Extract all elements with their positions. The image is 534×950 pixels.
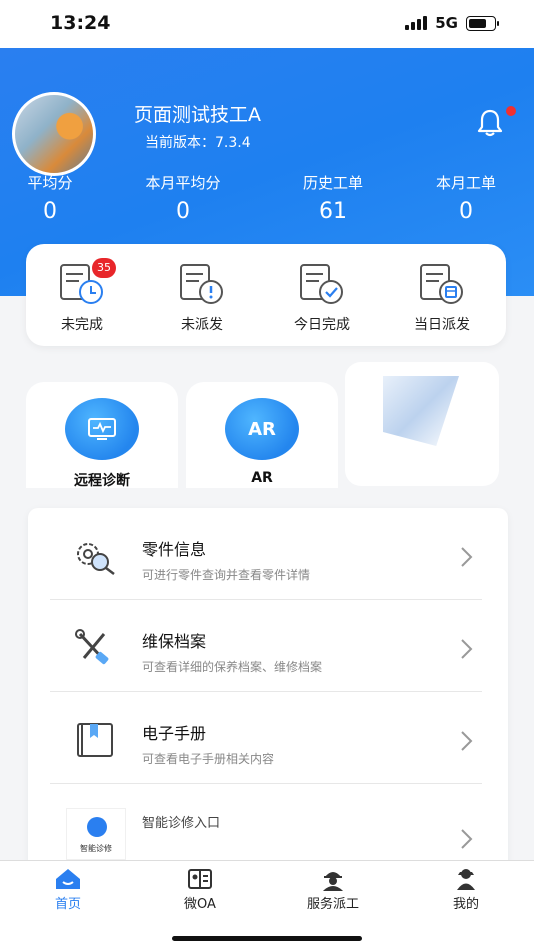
chevron-right-icon: [461, 829, 473, 849]
network-type: 5G: [435, 14, 458, 32]
home-indicator[interactable]: [172, 936, 362, 941]
menu-maintenance-records[interactable]: 维保档案 可查看详细的保养档案、维修档案: [50, 600, 482, 692]
monitor-icon: [65, 398, 139, 460]
stat-label: 平均分: [27, 174, 73, 192]
order-today-dispatched[interactable]: 当日派发: [392, 262, 492, 334]
tab-home[interactable]: 首页: [18, 867, 118, 912]
avatar[interactable]: [12, 92, 96, 176]
order-undispatched[interactable]: 未派发: [152, 262, 252, 334]
wrench-tools-icon: [75, 629, 109, 665]
status-time: 13:24: [50, 12, 111, 34]
tab-label: 服务派工: [306, 897, 359, 912]
stats-row: 平均分 0 本月平均分 0 历史工单 61 本月工单 0: [0, 172, 534, 232]
menu-smart-diagnosis[interactable]: 智能诊修 智能诊修入口: [50, 784, 482, 868]
worker-icon: [323, 872, 343, 891]
stat-value: 0: [43, 199, 57, 224]
tab-bar: 首页 微OA 服务派工 我的: [0, 860, 534, 916]
order-label: 当日派发: [414, 317, 470, 333]
order-today-finished[interactable]: 今日完成: [272, 262, 372, 334]
notification-dot: [506, 106, 516, 116]
status-indicators: 5G: [405, 14, 499, 32]
menu-subtitle: 可查看电子手册相关内容: [142, 752, 275, 766]
thumbnail-logo: [87, 817, 107, 837]
alert-doc-icon: [180, 264, 223, 304]
menu-card: 零件信息 可进行零件查询并查看零件详情 维保档案 可查看详细的保养档案、维修档案…: [28, 508, 508, 868]
tab-label: 首页: [54, 897, 81, 912]
stat-average-score[interactable]: 平均分 0: [10, 172, 90, 224]
ar-icon: AR: [225, 398, 299, 460]
book-icon: [77, 723, 113, 757]
tile-image: [383, 376, 459, 446]
oa-icon: [188, 869, 212, 889]
menu-title: 零件信息: [142, 540, 207, 559]
calendar-doc-icon: [420, 264, 463, 304]
tab-label: 我的: [452, 897, 479, 912]
stat-value: 0: [176, 199, 190, 224]
chevron-right-icon: [461, 731, 473, 751]
menu-title: 电子手册: [142, 724, 207, 743]
user-name: 页面测试技工A: [134, 104, 261, 126]
chevron-right-icon: [461, 639, 473, 659]
thumbnail-text: 智能诊修: [80, 844, 112, 853]
signal-icon: [405, 16, 428, 30]
tile-remote-diagnosis[interactable]: 远程诊断: [26, 382, 178, 489]
notification-bell-icon[interactable]: [476, 108, 504, 138]
stat-label: 本月平均分: [145, 174, 221, 192]
tab-oa[interactable]: 微OA: [150, 867, 250, 912]
unfinished-count-badge: 35: [92, 258, 116, 278]
order-label: 未派发: [181, 317, 223, 333]
tile-placeholder[interactable]: [345, 362, 499, 486]
tile-label: AR: [251, 470, 273, 486]
menu-title: 维保档案: [142, 632, 207, 651]
gear-search-icon: [77, 543, 115, 575]
stat-month-orders[interactable]: 本月工单 0: [416, 172, 516, 224]
order-status-card: 35 未完成 未派发 今日完成 当日派发: [26, 244, 506, 346]
tile-label: 远程诊断: [74, 473, 130, 489]
stat-month-average[interactable]: 本月平均分 0: [123, 172, 243, 224]
check-doc-icon: [300, 264, 343, 304]
stat-label: 历史工单: [302, 174, 363, 192]
order-label: 今日完成: [294, 317, 350, 333]
status-bar: 13:24 5G: [0, 0, 534, 48]
menu-subtitle: 可查看详细的保养档案、维修档案: [142, 660, 323, 674]
tab-mine[interactable]: 我的: [416, 867, 516, 912]
bottom-safe-area: [0, 916, 534, 950]
stat-value: 61: [319, 199, 347, 224]
home-icon: [56, 869, 80, 889]
order-label: 未完成: [61, 317, 103, 333]
menu-e-manual[interactable]: 电子手册 可查看电子手册相关内容: [50, 692, 482, 784]
app-version: 当前版本：7.3.4: [145, 135, 251, 151]
stat-label: 本月工单: [435, 174, 496, 192]
menu-title: 智能诊修入口: [142, 816, 221, 831]
stat-value: 0: [459, 199, 473, 224]
tile-ar[interactable]: AR AR: [186, 382, 338, 488]
profile-icon: [457, 869, 475, 890]
stat-history-orders[interactable]: 历史工单 61: [283, 172, 383, 224]
order-unfinished[interactable]: 35 未完成: [32, 258, 132, 334]
menu-parts-info[interactable]: 零件信息 可进行零件查询并查看零件详情: [50, 508, 482, 600]
smart-diagnosis-thumbnail: 智能诊修: [66, 808, 126, 860]
menu-subtitle: 可进行零件查询并查看零件详情: [142, 568, 311, 582]
tab-service-dispatch[interactable]: 服务派工: [283, 867, 383, 912]
battery-icon: [466, 15, 499, 31]
chevron-right-icon: [461, 547, 473, 567]
tab-label: 微OA: [184, 897, 216, 912]
